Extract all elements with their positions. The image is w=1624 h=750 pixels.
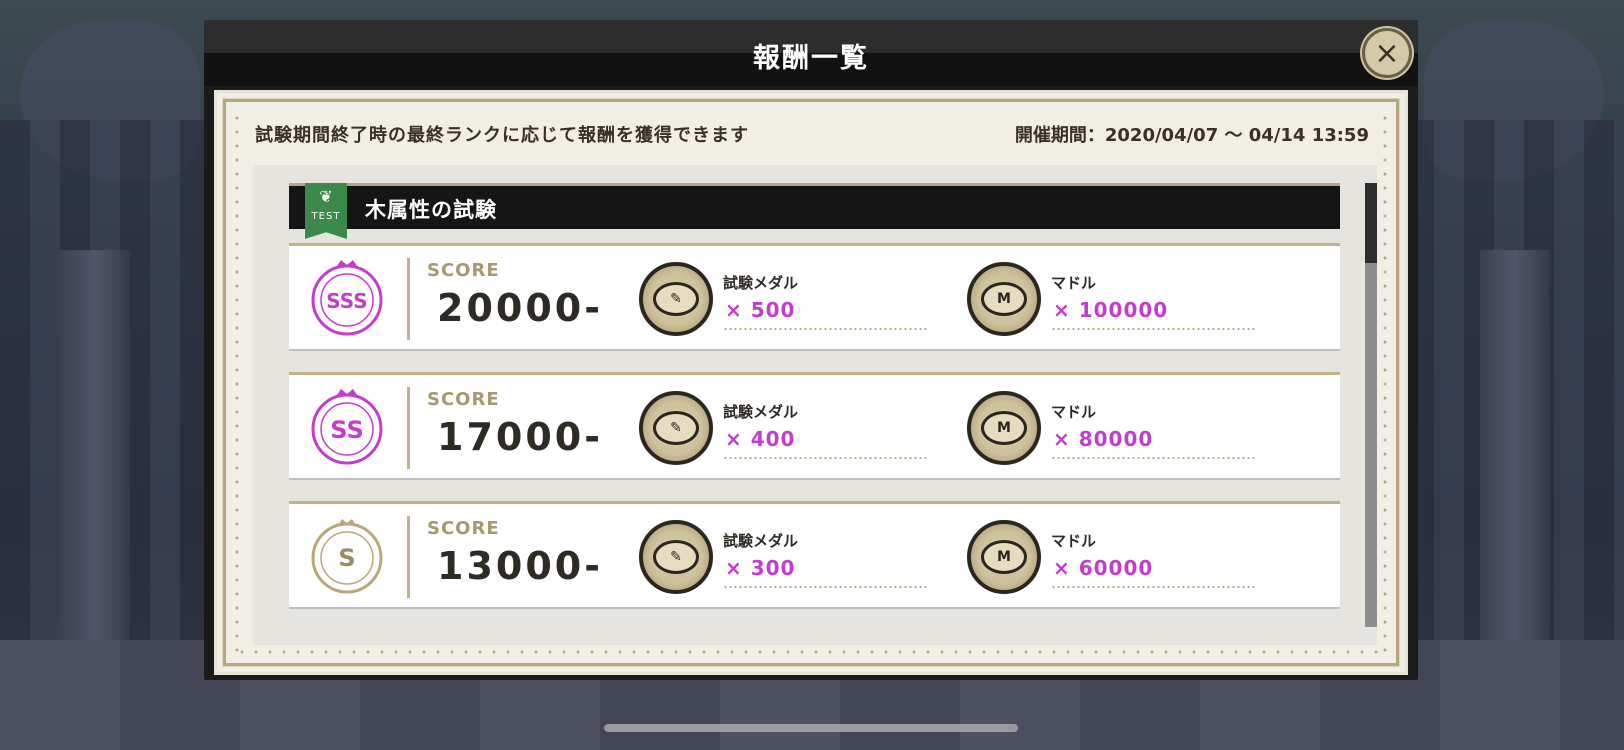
madol-icon: M xyxy=(967,391,1041,465)
item-name: 試験メダル xyxy=(723,403,799,421)
item-qty: × 400 xyxy=(725,427,796,451)
score-label: SCORE xyxy=(427,518,500,539)
leaf-icon: ❦ xyxy=(319,187,333,206)
reward-row: S SCORE 13000- ✎ 試験メダル × 300 M マドル × 600… xyxy=(289,501,1340,609)
medal-icon: ✎ xyxy=(639,262,713,336)
scrollbar-track[interactable] xyxy=(1365,183,1377,627)
item-name: 試験メダル xyxy=(723,274,799,292)
rank-separator xyxy=(407,387,410,469)
item-name: マドル xyxy=(1051,403,1097,421)
dotted-underline xyxy=(1051,586,1256,588)
section-title: 木属性の試験 xyxy=(365,198,497,222)
modal-title: 報酬一覧 xyxy=(753,43,869,74)
score-label: SCORE xyxy=(427,389,500,410)
dotted-border-bottom xyxy=(235,650,1387,654)
item-name: 試験メダル xyxy=(723,532,799,550)
medal-icon: ✎ xyxy=(639,391,713,465)
rank-ss-badge: SS xyxy=(311,389,383,465)
madol-icon: M xyxy=(967,520,1041,594)
rewards-list[interactable]: ❦ TEST 木属性の試験 SSS SCORE 20000- ✎ 試験メダル × xyxy=(253,165,1377,645)
reward-row: SS SCORE 17000- ✎ 試験メダル × 400 M マドル × 80… xyxy=(289,372,1340,480)
dotted-border-right xyxy=(1383,111,1387,654)
item-qty: × 500 xyxy=(725,298,796,322)
section-header: ❦ TEST 木属性の試験 xyxy=(289,183,1340,239)
test-badge: ❦ TEST xyxy=(305,183,347,239)
rank-label: SSS xyxy=(326,289,367,313)
score-value: 20000- xyxy=(437,286,603,330)
medal-icon: ✎ xyxy=(639,520,713,594)
rank-sss-badge: SSS xyxy=(311,260,383,336)
dotted-underline xyxy=(723,586,928,588)
item-qty: × 300 xyxy=(725,556,796,580)
item-qty: × 100000 xyxy=(1053,298,1169,322)
item-qty: × 60000 xyxy=(1053,556,1154,580)
reward-row: SSS SCORE 20000- ✎ 試験メダル × 500 M マドル × 1… xyxy=(289,243,1340,351)
scrollbar-thumb[interactable] xyxy=(1365,183,1377,263)
description-text: 試験期間終了時の最終ランクに応じて報酬を獲得できます xyxy=(255,125,749,146)
rank-separator xyxy=(407,516,410,598)
test-badge-label: TEST xyxy=(311,211,341,222)
score-value: 17000- xyxy=(437,415,603,459)
rank-separator xyxy=(407,258,410,340)
rewards-panel: 試験期間終了時の最終ランクに応じて報酬を獲得できます 開催期間：2020/04/… xyxy=(214,90,1408,675)
rank-label: SS xyxy=(330,416,364,444)
item-qty: × 80000 xyxy=(1053,427,1154,451)
dotted-underline xyxy=(1051,457,1256,459)
dotted-underline xyxy=(723,328,928,330)
rank-label: S xyxy=(338,544,355,572)
modal-header: 報酬一覧 × xyxy=(204,20,1418,86)
score-label: SCORE xyxy=(427,260,500,281)
rewards-modal: 報酬一覧 × 試験期間終了時の最終ランクに応じて報酬を獲得できます 開催期間：2… xyxy=(204,20,1418,680)
dotted-underline xyxy=(723,457,928,459)
event-period: 開催期間：2020/04/07 〜 04/14 13:59 xyxy=(1014,125,1369,146)
close-icon: × xyxy=(1374,35,1400,71)
home-indicator[interactable] xyxy=(604,724,1018,732)
close-button[interactable]: × xyxy=(1362,28,1412,78)
item-name: マドル xyxy=(1051,274,1097,292)
rank-s-badge: S xyxy=(311,519,383,594)
madol-icon: M xyxy=(967,262,1041,336)
dotted-border-left xyxy=(235,111,239,654)
score-value: 13000- xyxy=(437,544,603,588)
dotted-underline xyxy=(1051,328,1256,330)
item-name: マドル xyxy=(1051,532,1097,550)
